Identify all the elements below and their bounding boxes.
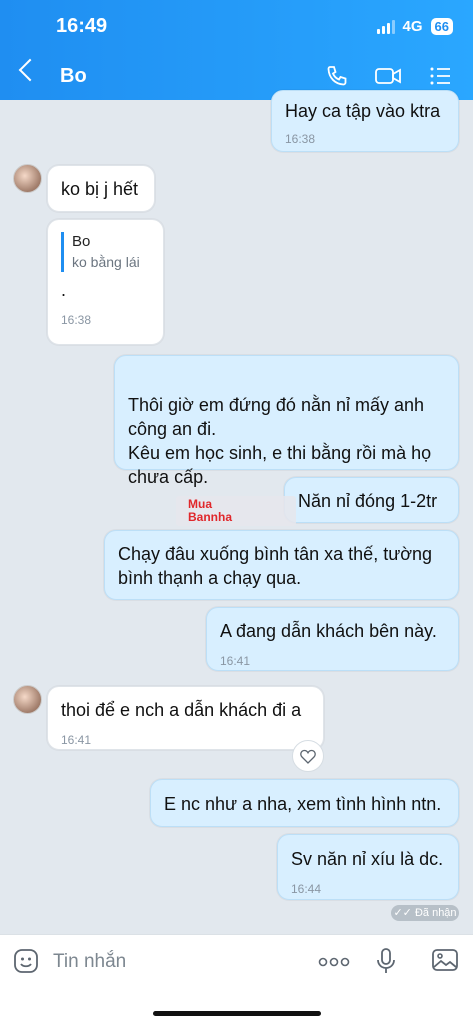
message-text: Hay ca tập vào ktra <box>285 101 441 121</box>
video-call-icon[interactable] <box>374 64 402 88</box>
heart-icon <box>300 749 316 764</box>
message-text: Thôi giờ em đứng đó nằn nỉ mấy anh công … <box>128 395 432 487</box>
message-time: 16:38 <box>285 132 316 146</box>
message-text: A đang dẫn khách bên này. <box>220 621 437 641</box>
avatar[interactable] <box>13 685 42 714</box>
home-indicator <box>153 1011 321 1016</box>
message-bubble[interactable]: Hay ca tập vào ktra 16:38 <box>271 90 459 152</box>
message-text: ko bị j hết <box>61 179 139 199</box>
react-heart-button[interactable] <box>292 740 324 772</box>
message-input[interactable]: Tin nhắn <box>53 951 126 973</box>
message-time: 16:41 <box>61 733 92 747</box>
message-bubble[interactable]: A đang dẫn khách bên này. 16:41 <box>206 607 459 671</box>
message-bubble[interactable]: Năn nỉ đóng 1-2tr <box>284 477 459 523</box>
status-time: 16:49 <box>56 15 108 37</box>
watermark-logo: Mua Bannha <box>176 496 296 526</box>
quoted-sender: Bo <box>72 233 91 250</box>
contact-name[interactable]: Bo <box>60 65 87 88</box>
back-icon[interactable] <box>18 58 42 82</box>
battery-icon: 66 <box>430 18 453 35</box>
message-text: . <box>61 280 67 300</box>
sticker-icon[interactable] <box>12 947 40 975</box>
message-text: Năn nỉ đóng 1-2tr <box>298 491 438 511</box>
message-time: 16:41 <box>220 654 251 668</box>
message-text: thoi để e nch a dẫn khách đi a <box>61 700 302 720</box>
message-bubble[interactable]: thoi để e nch a dẫn khách đi a 16:41 <box>47 686 324 750</box>
phone-call-icon[interactable] <box>325 64 349 88</box>
message-bubble[interactable]: ko bị j hết <box>47 165 155 212</box>
message-text: Sv năn nỉ xíu là dc. <box>291 849 444 869</box>
status-indicators: 4G 66 <box>376 18 453 35</box>
quoted-message[interactable]: Bo ko bằng lái <box>61 232 150 272</box>
network-label: 4G <box>402 18 423 35</box>
message-bubble[interactable]: Thôi giờ em đứng đó nằn nỉ mấy anh công … <box>114 355 459 487</box>
message-time: 16:44 <box>291 882 322 896</box>
more-options-icon[interactable] <box>318 957 350 967</box>
compose-bar: Tin nhắn <box>0 934 473 1025</box>
signal-icon <box>376 19 395 34</box>
quoted-text: ko bằng lái <box>72 254 140 270</box>
message-bubble-with-quote[interactable]: Bo ko bằng lái . 16:38 <box>47 219 164 345</box>
message-text: E nc như a nha, xem tình hình ntn. <box>164 794 442 814</box>
avatar[interactable] <box>13 164 42 193</box>
message-bubble[interactable]: Sv năn nỉ xíu là dc. 16:44 <box>277 834 459 900</box>
message-bubble[interactable]: E nc như a nha, xem tình hình ntn. <box>150 779 459 827</box>
message-bubble[interactable]: Chạy đâu xuống bình tân xa thế, tường bì… <box>104 530 459 600</box>
delivered-status-badge: ✓✓ Đã nhận <box>391 905 459 921</box>
image-gallery-icon[interactable] <box>431 947 459 973</box>
chat-header: 16:49 4G 66 Bo <box>0 0 473 100</box>
message-text: Chạy đâu xuống bình tân xa thế, tường bì… <box>118 544 433 588</box>
microphone-icon[interactable] <box>376 947 396 975</box>
menu-list-icon[interactable] <box>428 64 452 88</box>
message-time: 16:38 <box>61 313 92 327</box>
